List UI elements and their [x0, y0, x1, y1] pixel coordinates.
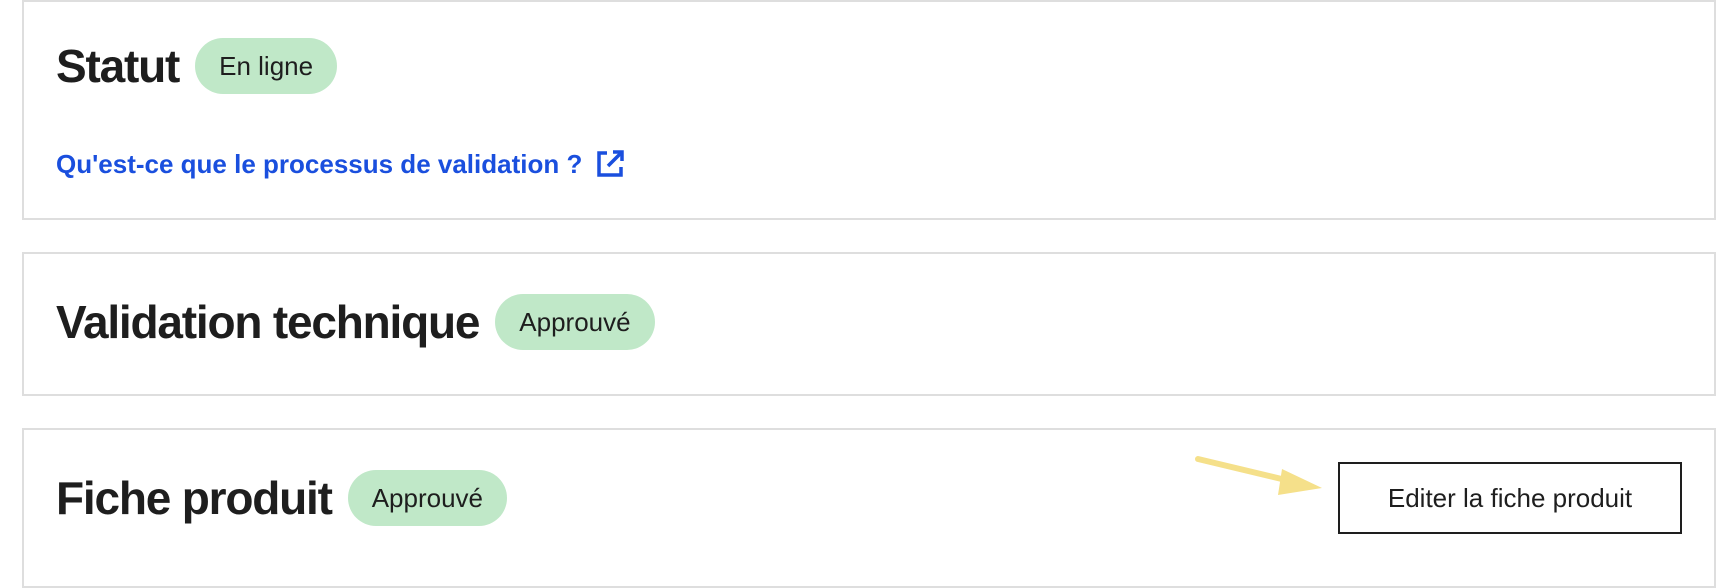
- product-sheet-card: Fiche produit Approuvé Editer la fiche p…: [22, 428, 1716, 588]
- technical-validation-card: Validation technique Approuvé: [22, 252, 1716, 396]
- edit-product-sheet-button[interactable]: Editer la fiche produit: [1338, 462, 1682, 534]
- technical-validation-title: Validation technique: [56, 296, 480, 348]
- status-title: Statut: [56, 40, 180, 92]
- product-sheet-title: Fiche produit: [56, 472, 333, 524]
- arrow-annotation-icon: [1195, 456, 1322, 495]
- product-sheet-badge: Approuvé: [347, 470, 508, 526]
- status-header: Statut En ligne: [56, 38, 338, 94]
- validation-process-link-label: Qu'est-ce que le processus de validation…: [56, 148, 583, 179]
- product-sheet-header: Fiche produit Approuvé: [56, 470, 508, 526]
- validation-process-link[interactable]: Qu'est-ce que le processus de validation…: [56, 148, 626, 180]
- technical-validation-badge: Approuvé: [495, 294, 655, 350]
- technical-validation-header: Validation technique Approuvé: [56, 294, 655, 350]
- status-card: Statut En ligne Qu'est-ce que le process…: [22, 0, 1716, 220]
- status-badge: En ligne: [195, 38, 338, 94]
- external-link-icon: [597, 150, 625, 177]
